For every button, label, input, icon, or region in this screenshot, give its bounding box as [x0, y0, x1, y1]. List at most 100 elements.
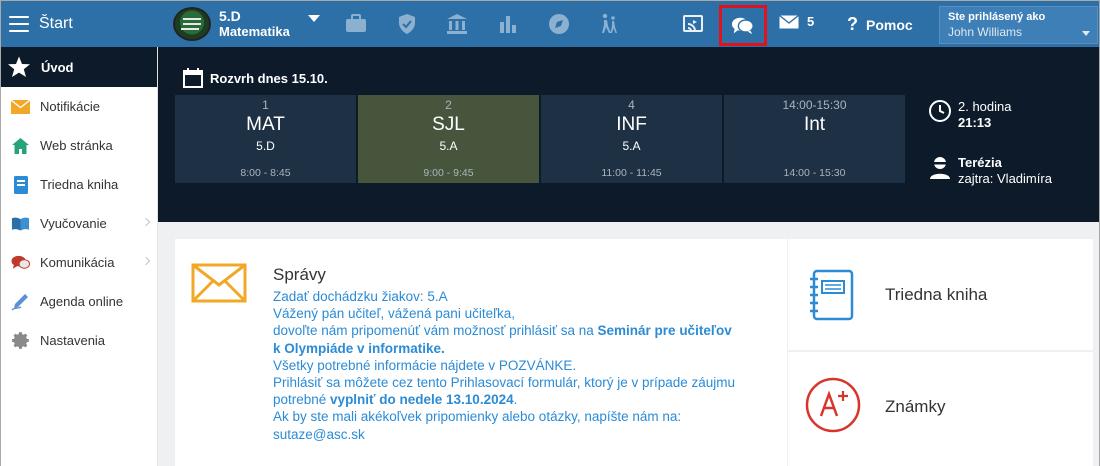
open-book-icon: [11, 214, 30, 233]
envelope-icon: [11, 97, 30, 116]
current-time: 21:13: [958, 115, 992, 130]
current-period: 2. hodina: [958, 99, 1012, 114]
cast-icon[interactable]: [681, 12, 705, 36]
start-label: Štart: [39, 15, 73, 32]
sidebar-item-komunikacia[interactable]: Komunikácia: [1, 243, 157, 282]
briefcase-icon[interactable]: [344, 12, 368, 36]
sidebar-item-label: Web stránka: [40, 138, 113, 153]
hamburger-icon: [9, 16, 29, 32]
znamky-card[interactable]: Známky: [788, 352, 1093, 466]
sidebar-item-agenda-online[interactable]: Agenda online: [1, 282, 157, 321]
speech-bubbles-icon: [11, 253, 30, 272]
message-link[interactable]: Zadať dochádzku žiakov: 5.A: [273, 288, 743, 305]
message-text: Prihlásiť sa môžete cez tento Prihlasova…: [273, 375, 736, 408]
sidebar-item-web-stranka[interactable]: Web stránka: [1, 126, 157, 165]
sidebar-item-nastavenia[interactable]: Nastavenia: [1, 321, 157, 360]
lesson-subject: INF: [616, 114, 647, 135]
person-icon: [930, 157, 950, 179]
sidebar-item-label: Notifikácie: [40, 99, 100, 114]
help-label: Pomoc: [866, 16, 913, 33]
help-icon: ?: [847, 14, 858, 34]
home-icon: [11, 136, 30, 155]
sidebar-item-label: Vyučovanie: [40, 216, 107, 231]
book-icon: [11, 175, 30, 194]
lesson-class: 5.D: [256, 139, 275, 153]
lesson-number: 1: [262, 98, 269, 112]
current-period-info: 2. hodina 21:13: [928, 99, 1012, 131]
messages-button[interactable]: 5: [779, 14, 814, 29]
triedna-kniha-card[interactable]: Triedna kniha: [788, 239, 1093, 350]
message-text: Vážený pán učiteľ, vážená pani učiteľka,: [273, 306, 516, 322]
chat-button[interactable]: [719, 5, 767, 46]
shield-icon[interactable]: [395, 12, 419, 36]
lesson-subject: SJL: [432, 114, 465, 135]
help-button[interactable]: ? Pomoc: [847, 14, 913, 35]
message-text: dovoľte nám pripomenúť vám možnosť prihl…: [273, 323, 732, 356]
subject-name: Matematika: [219, 24, 290, 39]
chevron-down-icon: [1082, 31, 1090, 36]
mail-icon: [779, 14, 799, 28]
bar-chart-icon[interactable]: [496, 12, 520, 36]
schedule-title[interactable]: Rozvrh dnes 15.10.: [182, 67, 328, 89]
card-label: Triedna kniha: [885, 285, 988, 304]
sidebar-item-triedna-kniha[interactable]: Triedna kniha: [1, 165, 157, 204]
lesson-time: 11:00 - 11:45: [601, 167, 662, 179]
grade-icon: [805, 377, 861, 433]
messages-card[interactable]: Správy Zadať dochádzku žiakov: 5.A Vážen…: [175, 239, 787, 466]
chalkboard-avatar-icon: [173, 7, 211, 41]
lesson-card-current[interactable]: 2 SJL 5.A 9:00 - 9:45: [358, 95, 539, 183]
duty-info: Terézia zajtra: Vladimíra: [928, 155, 1052, 187]
messages-title: Správy: [273, 265, 326, 284]
class-selector[interactable]: 5.D Matematika: [173, 7, 320, 41]
user-menu[interactable]: Ste prihlásený ako John Williams: [939, 6, 1098, 44]
top-bar: Štart 5.D Matematika 5 ? Pomoc Ste prihl…: [1, 1, 1099, 47]
chevron-right-icon: [141, 256, 151, 266]
star-icon: [8, 56, 30, 77]
compass-icon[interactable]: [547, 12, 571, 36]
user-label: Ste prihlásený ako: [948, 11, 1046, 23]
sidebar: Úvod Notifikácie Web stránka Triedna kni…: [1, 47, 158, 466]
chevron-down-icon: [307, 14, 320, 22]
pen-icon: [11, 292, 30, 311]
lesson-number: 14:00-15:30: [782, 98, 847, 112]
lesson-number: 4: [628, 98, 635, 112]
notebook-icon: [810, 269, 854, 321]
sidebar-item-label: Agenda online: [40, 294, 124, 309]
start-menu-button[interactable]: Štart: [9, 11, 73, 37]
lesson-time: 9:00 - 9:45: [423, 167, 474, 179]
sidebar-item-label: Komunikácia: [40, 255, 115, 270]
lesson-card[interactable]: 14:00-15:30 Int 14:00 - 15:30: [724, 95, 905, 183]
lesson-card[interactable]: 1 MAT 5.D 8:00 - 8:45: [175, 95, 356, 183]
calendar-icon: [183, 68, 203, 88]
lesson-subject: Int: [803, 114, 826, 135]
email-link[interactable]: sutaze@asc.sk: [273, 426, 743, 443]
user-name: John Williams: [948, 25, 1023, 39]
envelope-icon: [191, 263, 247, 303]
clock-icon: [929, 100, 951, 122]
lesson-class: 5.A: [439, 139, 458, 153]
sidebar-item-label: Úvod: [41, 59, 74, 75]
mail-count: 5: [807, 14, 815, 29]
message-text: Ak by ste mali akékoľvek pripomienky ale…: [273, 409, 682, 425]
duty-tomorrow: zajtra: Vladimíra: [958, 171, 1052, 186]
lesson-class: 5.A: [622, 139, 641, 153]
messages-body: Zadať dochádzku žiakov: 5.A Vážený pán u…: [273, 288, 743, 443]
sidebar-item-label: Nastavenia: [40, 333, 106, 348]
sidebar-item-uvod[interactable]: Úvod: [1, 47, 157, 87]
schedule-panel: Rozvrh dnes 15.10. 1 MAT 5.D 8:00 - 8:45…: [158, 47, 1099, 222]
gear-icon: [11, 331, 30, 350]
card-label: Známky: [885, 397, 946, 416]
lesson-card[interactable]: 4 INF 5.A 11:00 - 11:45: [541, 95, 722, 183]
class-name: 5.D: [219, 8, 241, 24]
lesson-subject: MAT: [246, 114, 285, 135]
chevron-right-icon: [141, 217, 151, 227]
sidebar-item-vyucovanie[interactable]: Vyučovanie: [1, 204, 157, 243]
sidebar-item-notifikacie[interactable]: Notifikácie: [1, 87, 157, 126]
bank-icon[interactable]: [445, 12, 469, 36]
lesson-time: 8:00 - 8:45: [240, 167, 291, 179]
lesson-time: 14:00 - 15:30: [783, 167, 846, 179]
walking-icon[interactable]: [596, 12, 620, 36]
lessons-row: 1 MAT 5.D 8:00 - 8:45 2 SJL 5.A 9:00 - 9…: [175, 95, 905, 183]
message-text: Všetky potrebné informácie nájdete v POZ…: [273, 357, 577, 373]
sidebar-item-label: Triedna kniha: [40, 177, 119, 192]
